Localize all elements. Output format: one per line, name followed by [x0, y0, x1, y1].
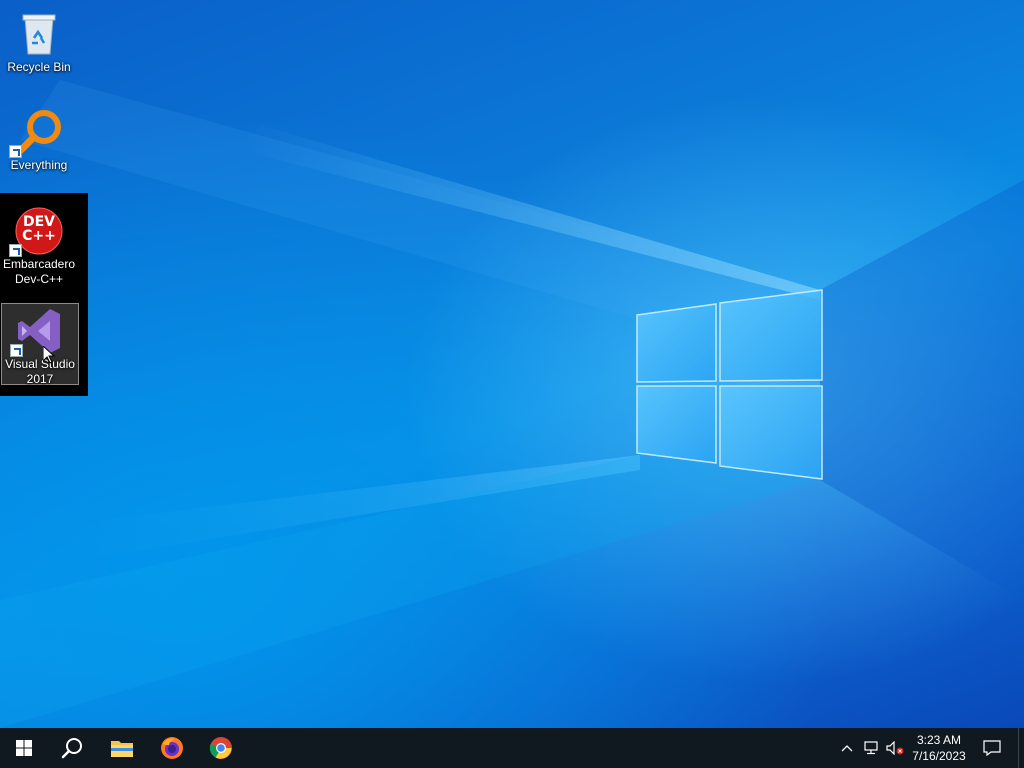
recycle-bin-icon [15, 10, 63, 58]
network-button[interactable] [860, 728, 882, 768]
desktop-icon-label: Everything [10, 158, 68, 172]
desktop-icon-visual-studio[interactable]: Visual Studio 2017 [1, 303, 79, 386]
desktop-icon-devcpp[interactable]: DEV C++ Embarcadero Dev-C++ [0, 203, 78, 287]
chrome-button[interactable] [197, 728, 245, 768]
desktop-icon-label: Recycle Bin [7, 60, 71, 74]
firefox-icon [161, 737, 183, 759]
taskbar-clock[interactable]: 3:23 AM 7/16/2023 [904, 728, 974, 768]
devcpp-logo-text: DEV C++ [22, 214, 56, 244]
visual-studio-icon [10, 307, 64, 357]
desktop-icon-everything[interactable]: Everything [0, 104, 78, 173]
windows-wallpaper-logo [636, 289, 823, 480]
network-icon [864, 741, 878, 755]
file-explorer-button[interactable] [98, 728, 146, 768]
desktop-icon-label: Visual Studio 2017 [5, 357, 75, 386]
show-desktop-button[interactable] [1018, 728, 1024, 768]
windows-start-icon [16, 740, 32, 756]
chevron-up-icon [841, 745, 853, 752]
taskbar: 3:23 AM 7/16/2023 [0, 728, 1024, 768]
devcpp-icon: DEV C++ [9, 207, 63, 257]
everything-search-icon [9, 108, 63, 158]
desktop-icon-label: Embarcadero Dev-C++ [2, 257, 76, 286]
shortcut-arrow-icon [9, 145, 22, 158]
notifications-icon [983, 740, 1001, 756]
clock-time: 3:23 AM [916, 733, 962, 747]
firefox-button[interactable] [148, 728, 196, 768]
folder-icon [111, 741, 133, 757]
clock-date: 7/16/2023 [912, 749, 966, 763]
chrome-icon [209, 737, 232, 759]
desktop-icon-recycle-bin[interactable]: Recycle Bin [0, 6, 78, 75]
search-icon [61, 738, 82, 759]
volume-button[interactable] [884, 728, 906, 768]
action-center-button[interactable] [976, 728, 1008, 768]
start-button[interactable] [0, 728, 48, 768]
show-hidden-icons-button[interactable] [836, 728, 858, 768]
mouse-pointer-icon [43, 346, 55, 364]
search-button[interactable] [48, 728, 96, 768]
volume-muted-icon [886, 741, 904, 755]
desktop[interactable]: Recycle Bin Everything DEV C++ Embarcade… [0, 0, 1024, 728]
shortcut-arrow-icon [9, 244, 22, 257]
shortcut-arrow-icon [10, 344, 23, 357]
